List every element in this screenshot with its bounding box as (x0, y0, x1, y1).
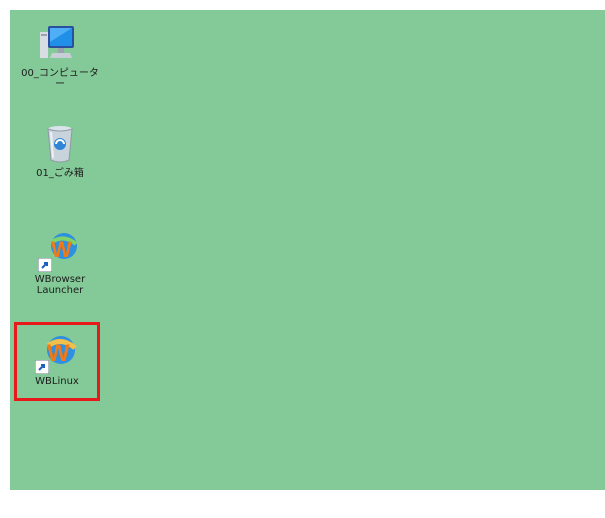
recycle-bin-icon (38, 122, 82, 166)
desktop-icon-label: 00_コンピューター (21, 68, 99, 90)
desktop-icon-recycle-bin[interactable]: 01_ごみ箱 (20, 122, 100, 179)
desktop-icon-wblinux[interactable]: W WBLinux (17, 330, 97, 387)
svg-text:W: W (47, 340, 70, 367)
wbrowser-launcher-icon: W (38, 228, 82, 272)
svg-text:W: W (51, 237, 72, 262)
shortcut-arrow-icon (38, 258, 52, 272)
desktop-icon-label: WBrowser Launcher (34, 274, 86, 296)
desktop-icon-computer[interactable]: 00_コンピューター (20, 22, 100, 90)
computer-icon (38, 22, 82, 66)
desktop-icon-wbrowser-launcher[interactable]: W WBrowser Launcher (20, 228, 100, 296)
shortcut-arrow-icon (35, 360, 49, 374)
desktop-icon-label: WBLinux (35, 376, 79, 387)
desktop[interactable]: 00_コンピューター 01_ごみ箱 W WBrowser Launcher W … (10, 10, 605, 490)
wblinux-icon: W (35, 330, 79, 374)
desktop-icon-label: 01_ごみ箱 (36, 168, 84, 179)
